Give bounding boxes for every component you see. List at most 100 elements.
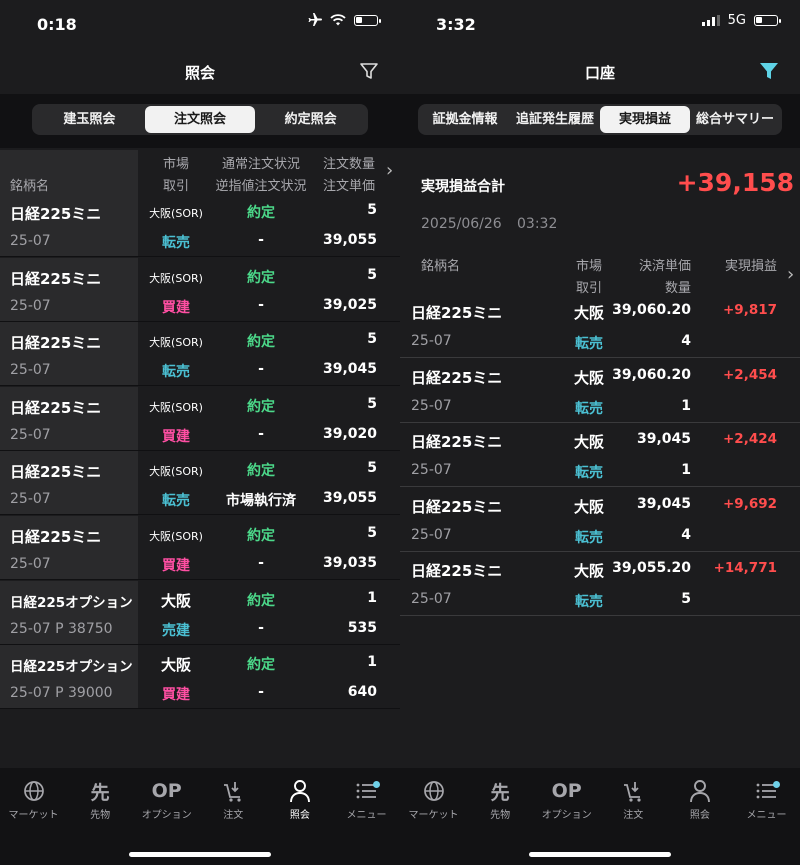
market-label: 大阪(SOR) — [149, 400, 203, 414]
tab-menu[interactable]: メニュー — [333, 778, 400, 821]
tab-order-cart[interactable]: 注文 — [600, 778, 667, 821]
order-row[interactable]: 日経225オプション 25-07 P 39000 大阪 買建 約定 - 1 640 — [0, 645, 400, 710]
person-icon — [666, 778, 733, 804]
name-cell: 日経225ミニ 25-07 — [0, 193, 138, 256]
segmented-control: 証拠金情報 追証発生履歴 実現損益 総合サマリー — [418, 104, 782, 135]
order-price: 535 — [347, 619, 377, 636]
segment-orders[interactable]: 注文照会 — [144, 106, 256, 133]
contract-month: 25-07 — [10, 556, 51, 572]
instrument-name: 日経225ミニ — [411, 562, 503, 581]
left-screen: 0:18 照会 建玉照会 注文照会 約定照会 銘柄名 市場 取引 通常注文状況 … — [0, 0, 400, 865]
segment-margin-info[interactable]: 証拠金情報 — [420, 106, 510, 133]
order-row[interactable]: 日経225ミニ 25-07 大阪(SOR) 転売 約定 - 5 39,045 — [0, 322, 400, 387]
segment-bar: 証拠金情報 追証発生履歴 実現損益 総合サマリー — [400, 94, 800, 148]
settlement-price: 39,055.20 — [612, 560, 691, 577]
settlement-price: 39,060.20 — [612, 302, 691, 318]
order-row[interactable]: 日経225ミニ 25-07 大阪(SOR) 転売 約定 市場執行済 5 39,055 — [0, 451, 400, 516]
tab-person[interactable]: 照会 — [666, 778, 733, 821]
instrument-name: 日経225ミニ — [10, 334, 102, 353]
home-indicator — [529, 852, 671, 857]
tab-futures[interactable]: 先先物 — [467, 778, 534, 822]
header-price: 決済単価 — [638, 259, 691, 274]
instrument-name: 日経225ミニ — [10, 205, 102, 223]
realized-pl: +2,454 — [722, 366, 777, 383]
trade-type: 転売 — [575, 400, 603, 417]
pl-row[interactable]: 日経225ミニ 25-07 大阪 転売 39,055.20 5 +14,771 — [400, 552, 800, 617]
pl-row[interactable]: 日経225ミニ 25-07 大阪 転売 39,060.20 1 +2,454 — [400, 359, 800, 423]
tab-person[interactable]: 照会 — [266, 778, 333, 821]
contract-month: 25-07 P 39000 — [10, 685, 113, 702]
segment-realized-pl[interactable]: 実現損益 — [600, 106, 690, 133]
tab-options[interactable]: OP オプション — [533, 778, 600, 821]
filter-icon[interactable] — [758, 60, 780, 82]
order-row[interactable]: 日経225ミニ 25-07 大阪(SOR) 買建 約定 - 5 39,035 — [0, 516, 400, 580]
segment-positions[interactable]: 建玉照会 — [34, 106, 145, 133]
order-qty: 5 — [367, 460, 377, 477]
instrument-name: 日経225オプション — [10, 659, 133, 676]
realized-pl: +9,817 — [722, 302, 777, 318]
stop-order-status: - — [258, 361, 264, 378]
filter-icon[interactable] — [358, 60, 380, 82]
options-icon: OP — [151, 780, 182, 802]
contract-month: 25-07 — [10, 362, 51, 379]
settlement-qty: 4 — [681, 526, 691, 543]
right-screen: 3:32 5G 口座 証拠金情報 追証発生履歴 実現損益 総合サマリー 実現損益… — [400, 0, 800, 865]
market-label: 大阪 — [573, 304, 605, 322]
order-status: 約定 — [247, 269, 275, 286]
tab-globe[interactable]: マーケット — [0, 778, 67, 821]
status-bar: 0:18 — [0, 0, 400, 48]
instrument-name: 日経225ミニ — [10, 398, 102, 417]
order-row[interactable]: 日経225ミニ 25-07 大阪(SOR) 転売 約定 - 5 39,055 — [0, 193, 400, 257]
instrument-name: 日経225オプション — [10, 594, 133, 611]
order-row[interactable]: 日経225ミニ 25-07 大阪(SOR) 買建 約定 - 5 39,025 — [0, 257, 400, 322]
name-cell: 日経225オプション 25-07 P 39000 — [0, 645, 138, 709]
settlement-qty: 4 — [681, 333, 691, 349]
tab-menu[interactable]: メニュー — [733, 778, 800, 821]
header-qty: 注文数量 — [323, 157, 376, 172]
market-label: 大阪(SOR) — [149, 465, 203, 479]
order-qty: 5 — [367, 395, 377, 412]
tab-label: 照会 — [289, 810, 310, 821]
segment-margin-call-history[interactable]: 追証発生履歴 — [510, 106, 600, 133]
market-label: 大阪(SOR) — [149, 336, 203, 350]
pl-row[interactable]: 日経225ミニ 25-07 大阪 転売 39,060.20 4 +9,817 — [400, 294, 800, 358]
order-row[interactable]: 日経225オプション 25-07 P 38750 大阪 売建 約定 - 1 535 — [0, 580, 400, 645]
chevron-right-icon[interactable]: › — [787, 264, 794, 285]
pl-row[interactable]: 日経225ミニ 25-07 大阪 転売 39,045 4 +9,692 — [400, 488, 800, 552]
trade-type: 買建 — [162, 558, 190, 574]
settlement-qty: 5 — [681, 591, 691, 608]
battery-icon — [354, 14, 381, 26]
order-row[interactable]: 日経225ミニ 25-07 大阪(SOR) 買建 約定 - 5 39,020 — [0, 386, 400, 451]
segment-executions[interactable]: 約定照会 — [255, 106, 366, 133]
market-label: 大阪 — [160, 591, 192, 610]
pl-row[interactable]: 日経225ミニ 25-07 大阪 転売 39,045 1 +2,424 — [400, 423, 800, 488]
settlement-price: 39,060.20 — [612, 366, 691, 383]
summary-label: 実現損益合計 — [421, 179, 505, 195]
header-price: 注文単価 — [323, 179, 376, 194]
contract-month: 25-07 — [411, 526, 452, 543]
name-cell: 日経225ミニ 25-07 — [0, 386, 138, 450]
menu-icon — [333, 778, 400, 804]
order-price: 39,055 — [322, 232, 377, 248]
contract-month: 25-07 — [411, 591, 452, 608]
tab-globe[interactable]: マーケット — [400, 778, 467, 821]
contract-month: 25-07 P 38750 — [10, 620, 113, 637]
tab-futures[interactable]: 先先物 — [67, 778, 134, 822]
tab-order-cart[interactable]: 注文 — [200, 778, 267, 821]
trade-type: 転売 — [162, 235, 190, 251]
tab-label: マーケット — [408, 810, 459, 821]
notification-dot — [373, 781, 380, 788]
market-label: 大阪(SOR) — [149, 530, 203, 543]
tab-options[interactable]: OP オプション — [133, 778, 200, 821]
segmented-control: 建玉照会 注文照会 約定照会 — [32, 104, 368, 135]
battery-icon — [754, 15, 781, 26]
market-label: 大阪 — [573, 368, 605, 387]
segment-summary[interactable]: 総合サマリー — [690, 106, 780, 133]
stop-order-status: - — [258, 619, 264, 636]
order-price: 39,055 — [322, 490, 377, 507]
order-price: 39,020 — [322, 425, 377, 442]
instrument-name: 日経225ミニ — [10, 269, 102, 288]
chevron-right-icon[interactable]: › — [386, 160, 393, 181]
home-indicator — [129, 852, 271, 857]
wifi-icon — [330, 14, 346, 26]
